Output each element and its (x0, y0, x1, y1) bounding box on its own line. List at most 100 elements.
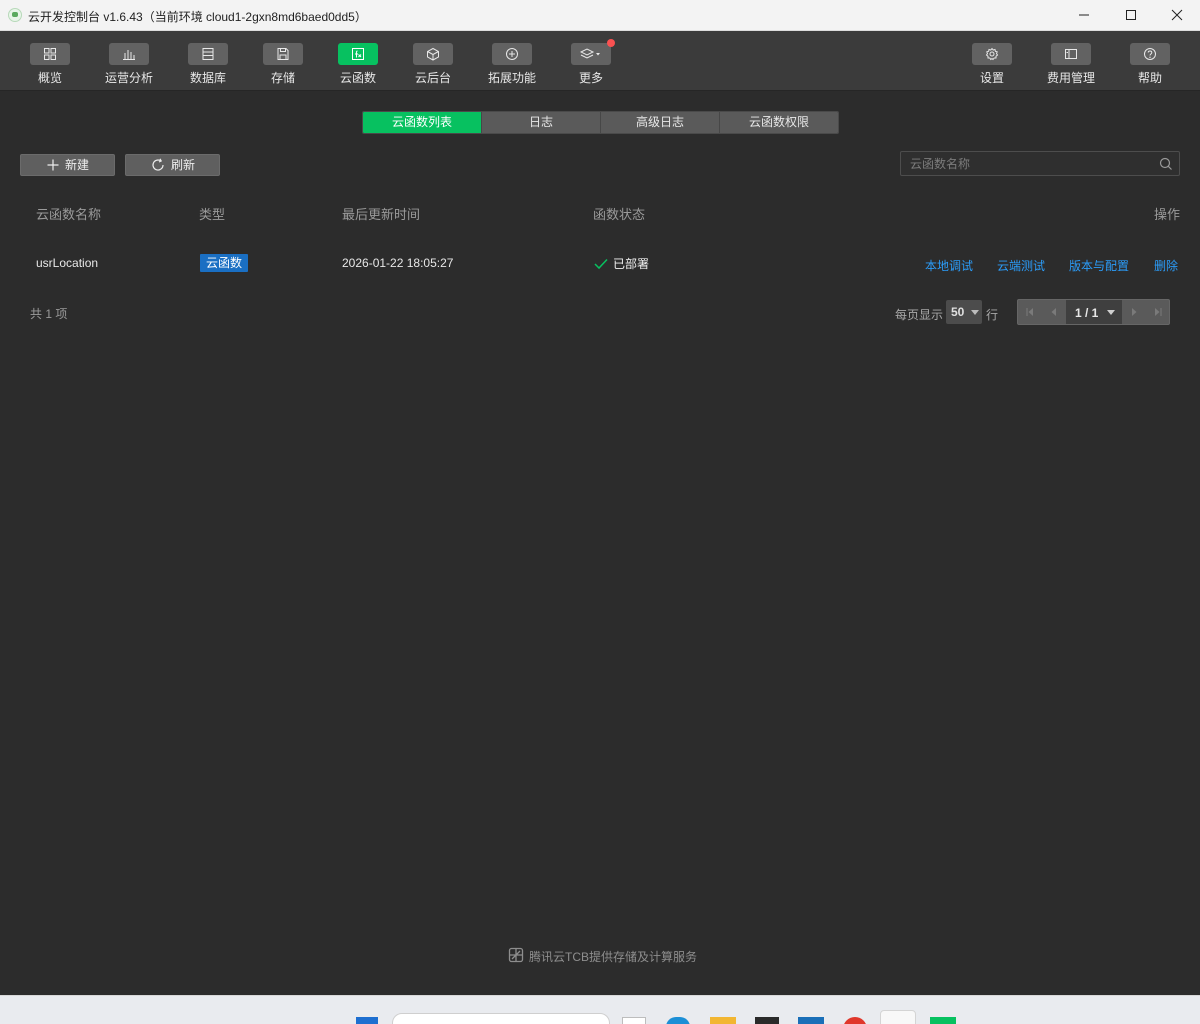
chevron-down-icon (971, 310, 979, 315)
column-header-status: 函数状态 (593, 207, 646, 222)
cloud-backend-icon (427, 47, 439, 61)
toolbar-item-storage[interactable]: 存储 (248, 43, 318, 89)
tencent-cloud-logo-icon (508, 947, 524, 963)
column-header-type: 类型 (199, 207, 226, 222)
toolbar-label: 概览 (37, 71, 62, 85)
refresh-button[interactable]: 刷新 (125, 154, 220, 176)
per-page-unit: 行 (986, 308, 999, 322)
prev-page-icon (1051, 308, 1056, 316)
toolbar-label: 云后台 (414, 71, 451, 85)
current-page: 1 / 1 (1075, 306, 1099, 320)
new-function-button[interactable]: 新建 (20, 154, 115, 176)
toolbar-item-cloud-function[interactable]: 云函数 (323, 43, 393, 89)
version-config-link[interactable]: 版本与配置 (1069, 257, 1129, 274)
toolbar-item-more[interactable]: 更多 (556, 39, 626, 89)
function-name[interactable]: usrLocation (36, 256, 98, 270)
first-page-icon (1026, 308, 1033, 316)
toolbar-item-overview[interactable]: 概览 (15, 43, 85, 89)
dashboard-icon (44, 48, 56, 60)
toolbar-label: 数据库 (189, 71, 226, 85)
footer-text: 腾讯云TCB提供存储及计算服务 (529, 950, 698, 964)
toolbar-label: 设置 (979, 71, 1004, 85)
terminal-icon[interactable] (755, 1017, 779, 1024)
refresh-icon (152, 158, 164, 171)
storage-icon (277, 48, 289, 60)
last-page-button[interactable] (1146, 300, 1170, 324)
toolbar-label: 运营分析 (104, 71, 153, 85)
next-page-icon (1132, 308, 1137, 316)
per-page-value: 50 (951, 305, 965, 319)
taskview-icon[interactable] (622, 1017, 646, 1024)
delete-link[interactable]: 删除 (1154, 257, 1178, 274)
minimize-icon (1079, 14, 1089, 16)
tab-function-permissions[interactable]: 云函数权限 (719, 112, 838, 133)
taskbar-search-box[interactable] (392, 1013, 610, 1024)
toolbar-label: 帮助 (1137, 71, 1162, 85)
local-debug-link[interactable]: 本地调试 (925, 257, 973, 274)
toolbar-label: 拓展功能 (487, 71, 536, 85)
close-button[interactable] (1154, 0, 1200, 31)
checkmark-icon (594, 258, 608, 270)
extension-icon (506, 48, 518, 60)
billing-icon (1065, 49, 1077, 59)
search-icon[interactable] (1159, 157, 1173, 171)
function-search (900, 151, 1180, 176)
column-header-operations: 操作 (1154, 207, 1181, 222)
toolbar-item-settings[interactable]: 设置 (957, 43, 1027, 89)
tab-advanced-logs[interactable]: 高级日志 (600, 112, 719, 133)
column-header-updated: 最后更新时间 (342, 207, 421, 222)
maximize-button[interactable] (1108, 0, 1154, 31)
toolbar-label: 更多 (578, 71, 603, 85)
toolbar-item-help[interactable]: 帮助 (1115, 43, 1185, 89)
last-page-icon (1155, 308, 1162, 316)
store-icon[interactable] (798, 1017, 824, 1024)
per-page-label: 每页显示 (895, 308, 944, 322)
per-page-select[interactable]: 50 (946, 300, 982, 324)
edge-browser-icon[interactable] (666, 1017, 690, 1024)
chrome-browser-icon[interactable] (843, 1017, 867, 1024)
toolbar-item-database[interactable]: 数据库 (173, 43, 243, 89)
close-icon (1171, 9, 1183, 21)
function-tabs: 云函数列表 日志 高级日志 云函数权限 (362, 111, 839, 134)
toolbar-label: 存储 (270, 71, 295, 85)
title-bar: 云开发控制台 v1.6.43（当前环境 cloud1-2gxn8md6baed0… (0, 0, 1200, 31)
toolbar-label: 费用管理 (1046, 71, 1095, 85)
total-count: 共 1 项 (30, 307, 68, 321)
type-badge: 云函数 (200, 254, 249, 272)
chevron-down-icon (1107, 310, 1115, 315)
prev-page-button[interactable] (1042, 300, 1066, 324)
analytics-icon (123, 50, 135, 60)
next-page-button[interactable] (1122, 300, 1146, 324)
main-toolbar: 概览 运营分析 数据库 存储 云函数 云后台 拓展功能 更多 设置 费用管理 帮… (0, 31, 1200, 91)
gear-icon (985, 47, 999, 61)
maximize-icon (1126, 10, 1136, 20)
os-taskbar (0, 995, 1200, 1024)
updated-time: 2026-01-22 18:05:27 (342, 256, 454, 270)
status-text: 已部署 (613, 257, 650, 271)
notification-dot (607, 39, 615, 47)
first-page-button[interactable] (1018, 300, 1042, 324)
cloud-function-icon (352, 48, 364, 60)
toolbar-label: 云函数 (339, 71, 376, 85)
app-logo-icon (8, 8, 22, 22)
file-explorer-icon[interactable] (710, 1017, 736, 1024)
new-button-label: 新建 (65, 158, 90, 172)
search-input[interactable] (901, 152, 1151, 175)
tab-function-list[interactable]: 云函数列表 (363, 112, 481, 133)
window-title: 云开发控制台 v1.6.43（当前环境 cloud1-2gxn8md6baed0… (28, 10, 367, 24)
wechat-devtools-icon[interactable] (930, 1017, 956, 1024)
page-select[interactable]: 1 / 1 (1066, 300, 1122, 324)
help-icon (1144, 48, 1156, 60)
refresh-button-label: 刷新 (171, 158, 196, 172)
active-app-icon[interactable] (880, 1010, 916, 1024)
layers-icon (580, 48, 600, 59)
toolbar-item-billing[interactable]: 费用管理 (1036, 43, 1106, 89)
minimize-button[interactable] (1061, 0, 1107, 31)
toolbar-item-analytics[interactable]: 运营分析 (94, 43, 164, 89)
start-icon[interactable] (356, 1017, 378, 1024)
toolbar-item-cloud-backend[interactable]: 云后台 (398, 43, 468, 89)
tab-logs[interactable]: 日志 (481, 112, 600, 133)
cloud-test-link[interactable]: 云端测试 (997, 257, 1045, 274)
toolbar-item-extension[interactable]: 拓展功能 (477, 43, 547, 89)
plus-icon (47, 159, 59, 171)
